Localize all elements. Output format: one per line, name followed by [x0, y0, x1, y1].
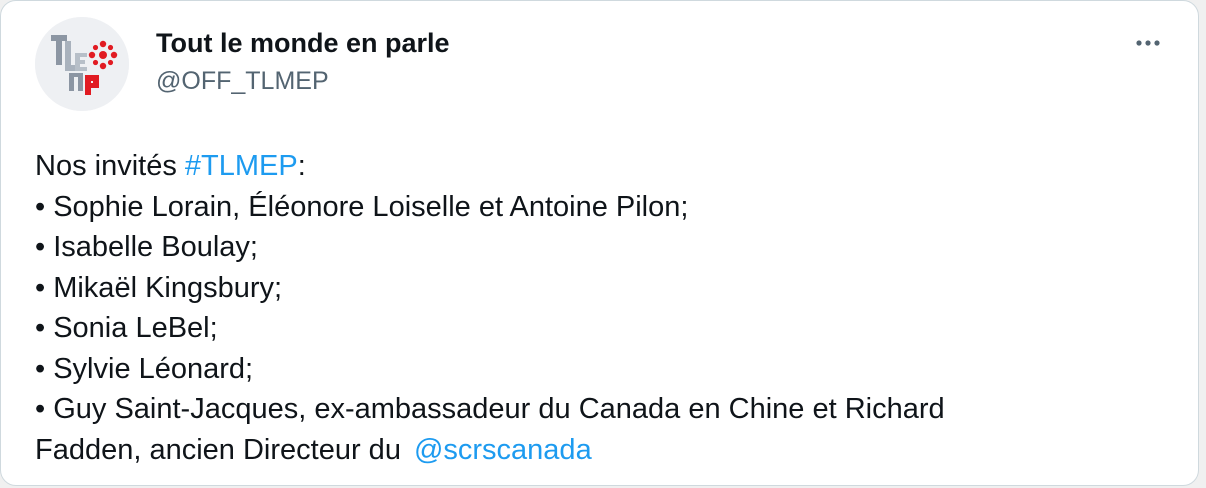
last-line-text: Fadden, ancien Directeur du — [35, 433, 401, 466]
tlmep-logo-icon — [35, 17, 129, 111]
guest-line: • Mikaël Kingsbury; — [35, 271, 283, 304]
tweet-intro-line: Nos invités #TLMEP: — [35, 146, 1175, 187]
guest-line: • Guy Saint-Jacques, ex-ambassadeur du C… — [35, 393, 945, 425]
author-display-name[interactable]: Tout le monde en parle — [156, 27, 450, 59]
more-horizontal-icon — [1136, 40, 1160, 46]
hashtag-link[interactable]: #TLMEP — [185, 150, 298, 182]
tweet-last-line: Fadden, ancien Directeur du @scrscanada — [35, 430, 1175, 471]
guest-line: • Sonia LeBel; — [35, 312, 218, 344]
guest-line: • Sylvie Léonard; — [35, 352, 254, 385]
intro-text: Nos invités — [35, 150, 185, 182]
guest-line: • Isabelle Boulay; — [35, 231, 258, 263]
author-handle[interactable]: @OFF_TLMEP — [156, 66, 450, 96]
tweet-text: Nos invités #TLMEP: • Sophie Lorain, Élé… — [35, 146, 1175, 470]
guest-line: • Sophie Lorain, Éléonore Loiselle et An… — [35, 190, 689, 223]
tweet-card[interactable]: Tout le monde en parle @OFF_TLMEP Nos in… — [0, 0, 1199, 486]
intro-suffix: : — [297, 150, 306, 182]
mention-link[interactable]: @scrscanada — [414, 434, 592, 466]
more-options-button[interactable] — [1127, 29, 1165, 57]
tweet-author: Tout le monde en parle @OFF_TLMEP — [156, 27, 450, 96]
avatar[interactable] — [35, 17, 129, 111]
